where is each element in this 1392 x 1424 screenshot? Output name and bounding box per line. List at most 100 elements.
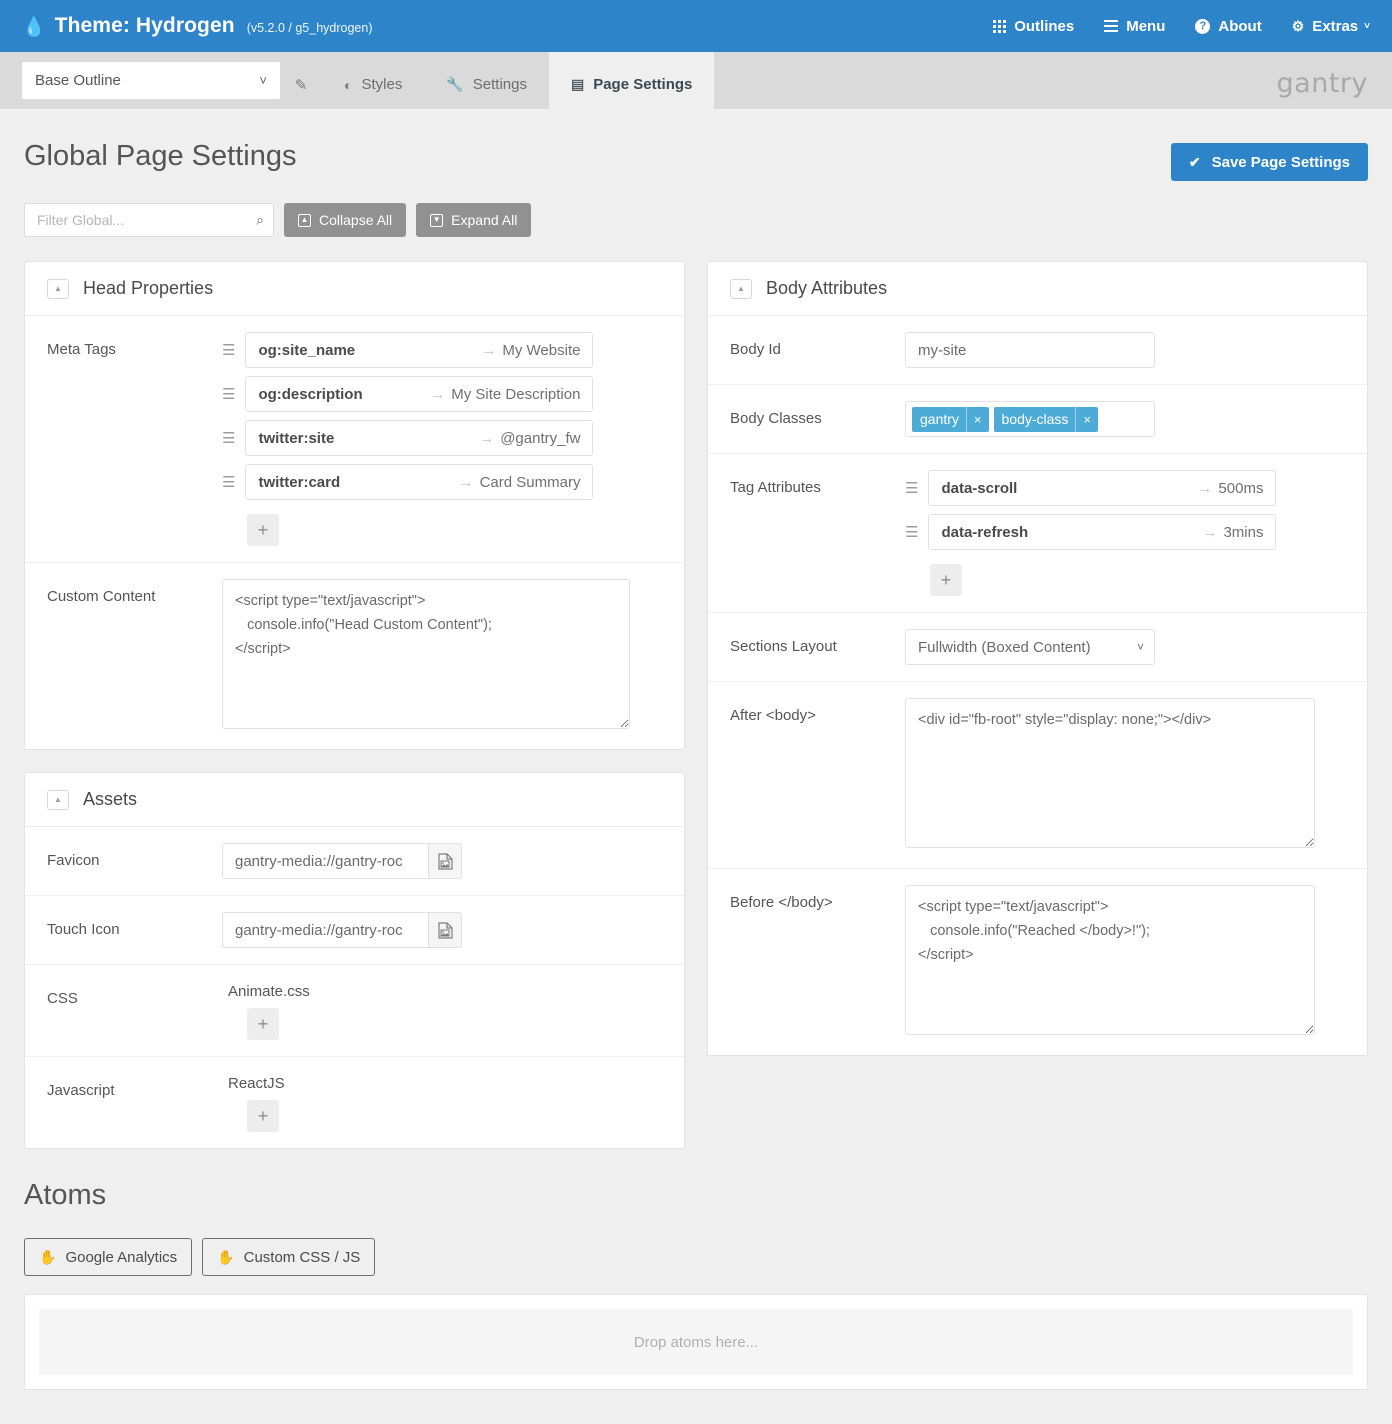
body-classes-chip-input[interactable]: gantry × body-class × xyxy=(905,401,1155,437)
tab-styles[interactable]: ◐ Styles xyxy=(322,52,424,109)
tag-attribute-value: 3mins xyxy=(1223,524,1275,541)
add-javascript-button[interactable]: + xyxy=(247,1100,279,1132)
css-row: CSS Animate.css + xyxy=(25,965,684,1057)
drag-handle-icon[interactable]: ☰ xyxy=(222,475,235,490)
meta-tag-kv[interactable]: twitter:card → Card Summary xyxy=(245,464,593,500)
tag-attribute-kv[interactable]: data-refresh → 3mins xyxy=(928,514,1276,550)
meta-tag-key: og:description xyxy=(246,386,374,403)
atom-custom-css-js-button[interactable]: ✋ Custom CSS / JS xyxy=(202,1238,375,1276)
nav-item-about[interactable]: ? About xyxy=(1195,18,1261,35)
chip-label: gantry xyxy=(912,411,966,427)
tag-attribute-kv[interactable]: data-scroll → 500ms xyxy=(928,470,1276,506)
nav-item-outlines[interactable]: Outlines xyxy=(993,18,1074,35)
collapse-toggle-icon[interactable]: ▲ xyxy=(47,279,69,299)
top-bar: 💧 Theme: Hydrogen (v5.2.0 / g5_hydrogen)… xyxy=(0,0,1392,52)
body-attributes-title: Body Attributes xyxy=(766,278,887,299)
chevron-down-icon: ˅ xyxy=(259,73,267,88)
assets-header: ▲ Assets xyxy=(25,773,684,827)
meta-tag-value: My Website xyxy=(502,342,592,359)
before-body-row: Before </body> <script type="text/javasc… xyxy=(708,869,1367,1055)
meta-tag-item[interactable]: ☰ og:description → My Site Description xyxy=(222,376,662,412)
drag-handle-icon[interactable]: ☰ xyxy=(222,387,235,402)
expand-icon: ▼ xyxy=(430,214,443,227)
body-id-row: Body Id xyxy=(708,316,1367,385)
arrow-right-icon: → xyxy=(459,474,480,491)
js-asset-item[interactable]: ReactJS xyxy=(222,1073,662,1094)
body-id-label: Body Id xyxy=(730,332,905,360)
chip-remove-icon[interactable]: × xyxy=(966,407,989,432)
add-meta-tag-button[interactable]: + xyxy=(247,514,279,546)
page-icon: ▤ xyxy=(571,76,584,93)
tab-settings[interactable]: 🔧 Settings xyxy=(424,52,549,109)
meta-tag-item[interactable]: ☰ twitter:site → @gantry_fw xyxy=(222,420,662,456)
contrast-icon: ◐ xyxy=(344,77,352,93)
atoms-dropzone[interactable]: Drop atoms here... xyxy=(39,1309,1353,1375)
nav-label-outlines: Outlines xyxy=(1014,18,1074,35)
outline-selector[interactable]: Base Outline ˅ xyxy=(22,62,280,99)
atom-label: Google Analytics xyxy=(65,1249,177,1266)
tab-label-page-settings: Page Settings xyxy=(593,76,692,93)
sections-layout-field: Fullwidth (Boxed Content) ˅ xyxy=(905,629,1345,665)
body-class-chip[interactable]: gantry × xyxy=(912,407,989,432)
drag-handle-icon[interactable]: ☰ xyxy=(905,525,918,540)
top-nav: Outlines Menu ? About ⚙ Extras ˅ xyxy=(993,18,1370,35)
meta-tag-kv[interactable]: twitter:site → @gantry_fw xyxy=(245,420,593,456)
meta-tag-kv[interactable]: og:site_name → My Website xyxy=(245,332,593,368)
image-file-icon[interactable] xyxy=(428,912,462,948)
expand-all-button[interactable]: ▼ Expand All xyxy=(416,203,531,237)
body-class-chip[interactable]: body-class × xyxy=(994,407,1099,432)
image-file-icon[interactable] xyxy=(428,843,462,879)
hand-grab-icon: ✋ xyxy=(217,1249,234,1266)
nav-item-menu[interactable]: Menu xyxy=(1104,18,1165,35)
sections-layout-label: Sections Layout xyxy=(730,629,905,657)
tab-strip: Base Outline ˅ ✎ ◐ Styles 🔧 Settings ▤ P… xyxy=(0,52,1392,109)
atoms-panel: Drop atoms here... xyxy=(24,1294,1368,1390)
body-id-input[interactable] xyxy=(905,332,1155,368)
tag-attribute-item[interactable]: ☰ data-scroll → 500ms xyxy=(905,470,1345,506)
head-properties-title: Head Properties xyxy=(83,278,213,299)
tag-attribute-item[interactable]: ☰ data-refresh → 3mins xyxy=(905,514,1345,550)
collapse-toggle-icon[interactable]: ▲ xyxy=(730,279,752,299)
meta-tag-value: Card Summary xyxy=(480,474,593,491)
page-header: Global Page Settings ✔ Save Page Setting… xyxy=(24,109,1368,181)
page-content: Global Page Settings ✔ Save Page Setting… xyxy=(0,109,1392,1390)
css-label: CSS xyxy=(47,981,222,1009)
body-id-field xyxy=(905,332,1345,368)
drag-handle-icon[interactable]: ☰ xyxy=(222,343,235,358)
chevron-down-icon: ˅ xyxy=(1364,21,1370,32)
collapse-toggle-icon[interactable]: ▲ xyxy=(47,790,69,810)
drag-handle-icon[interactable]: ☰ xyxy=(905,481,918,496)
filter-input[interactable] xyxy=(24,203,274,237)
css-asset-item[interactable]: Animate.css xyxy=(222,981,662,1002)
css-field: Animate.css + xyxy=(222,981,662,1040)
custom-content-field: <script type="text/javascript"> console.… xyxy=(222,579,662,733)
tab-page-settings[interactable]: ▤ Page Settings xyxy=(549,52,714,109)
body-classes-label: Body Classes xyxy=(730,401,905,429)
after-body-label: After <body> xyxy=(730,698,905,726)
after-body-field: <div id="fb-root" style="display: none;"… xyxy=(905,698,1345,852)
atom-google-analytics-button[interactable]: ✋ Google Analytics xyxy=(24,1238,192,1276)
chip-label: body-class xyxy=(994,411,1076,427)
nav-label-about: About xyxy=(1218,18,1261,35)
add-css-button[interactable]: + xyxy=(247,1008,279,1040)
touch-icon-input[interactable] xyxy=(222,912,428,948)
collapse-all-button[interactable]: ▲ Collapse All xyxy=(284,203,406,237)
after-body-textarea[interactable]: <div id="fb-root" style="display: none;"… xyxy=(905,698,1315,848)
chip-remove-icon[interactable]: × xyxy=(1075,407,1098,432)
meta-tag-item[interactable]: ☰ og:site_name → My Website xyxy=(222,332,662,368)
meta-tag-kv[interactable]: og:description → My Site Description xyxy=(245,376,593,412)
edit-outline-button[interactable]: ✎ xyxy=(280,52,322,109)
add-tag-attribute-button[interactable]: + xyxy=(930,564,962,596)
nav-label-extras: Extras xyxy=(1312,18,1358,35)
before-body-textarea[interactable]: <script type="text/javascript"> console.… xyxy=(905,885,1315,1035)
nav-item-extras[interactable]: ⚙ Extras ˅ xyxy=(1292,18,1370,35)
favicon-field xyxy=(222,843,662,879)
grid-icon xyxy=(993,20,1006,33)
meta-tag-item[interactable]: ☰ twitter:card → Card Summary xyxy=(222,464,662,500)
save-page-settings-button[interactable]: ✔ Save Page Settings xyxy=(1171,143,1368,181)
meta-tag-value: @gantry_fw xyxy=(500,430,592,447)
favicon-input[interactable] xyxy=(222,843,428,879)
sections-layout-select[interactable]: Fullwidth (Boxed Content) xyxy=(905,629,1155,665)
drag-handle-icon[interactable]: ☰ xyxy=(222,431,235,446)
head-custom-content-textarea[interactable]: <script type="text/javascript"> console.… xyxy=(222,579,630,729)
